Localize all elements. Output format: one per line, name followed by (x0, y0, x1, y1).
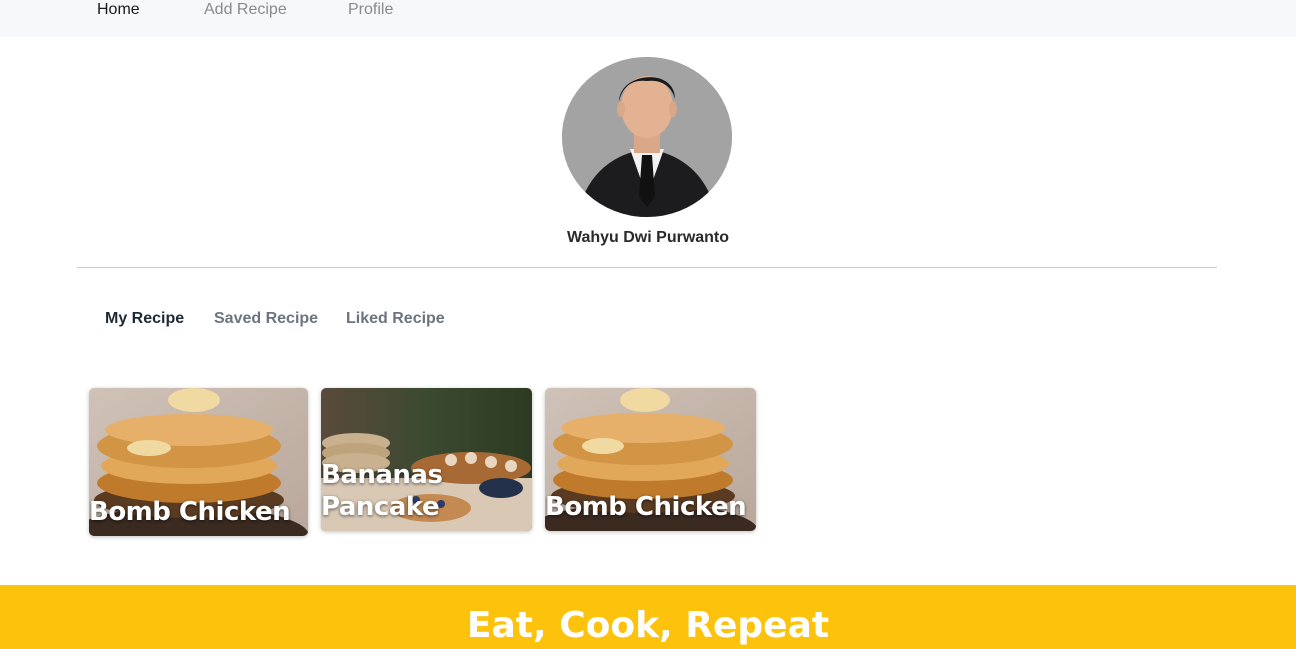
tab-my-recipe[interactable]: My Recipe (105, 310, 184, 328)
recipe-title: Bomb Chicken (89, 497, 291, 527)
recipe-card[interactable]: Bomb Chicken (545, 388, 756, 531)
recipe-card[interactable]: Bomb Chicken (89, 388, 308, 536)
nav-link-add-recipe[interactable]: Add Recipe (204, 0, 287, 20)
recipe-title: Bananas Pancake (321, 460, 443, 522)
recipe-title: Bomb Chicken (545, 492, 747, 522)
footer-tagline: Eat, Cook, Repeat (466, 605, 830, 646)
tab-liked-recipe[interactable]: Liked Recipe (346, 310, 445, 328)
avatar-image (562, 57, 732, 217)
nav-link-home[interactable]: Home (97, 0, 140, 20)
tab-saved-recipe[interactable]: Saved Recipe (214, 310, 318, 328)
divider (77, 267, 1217, 268)
recipe-card[interactable]: Bananas Pancake (321, 388, 532, 531)
avatar (562, 57, 732, 217)
top-navbar: Home Add Recipe Profile (0, 0, 1296, 37)
profile-name: Wahyu Dwi Purwanto (566, 229, 730, 246)
nav-link-profile[interactable]: Profile (348, 0, 393, 20)
